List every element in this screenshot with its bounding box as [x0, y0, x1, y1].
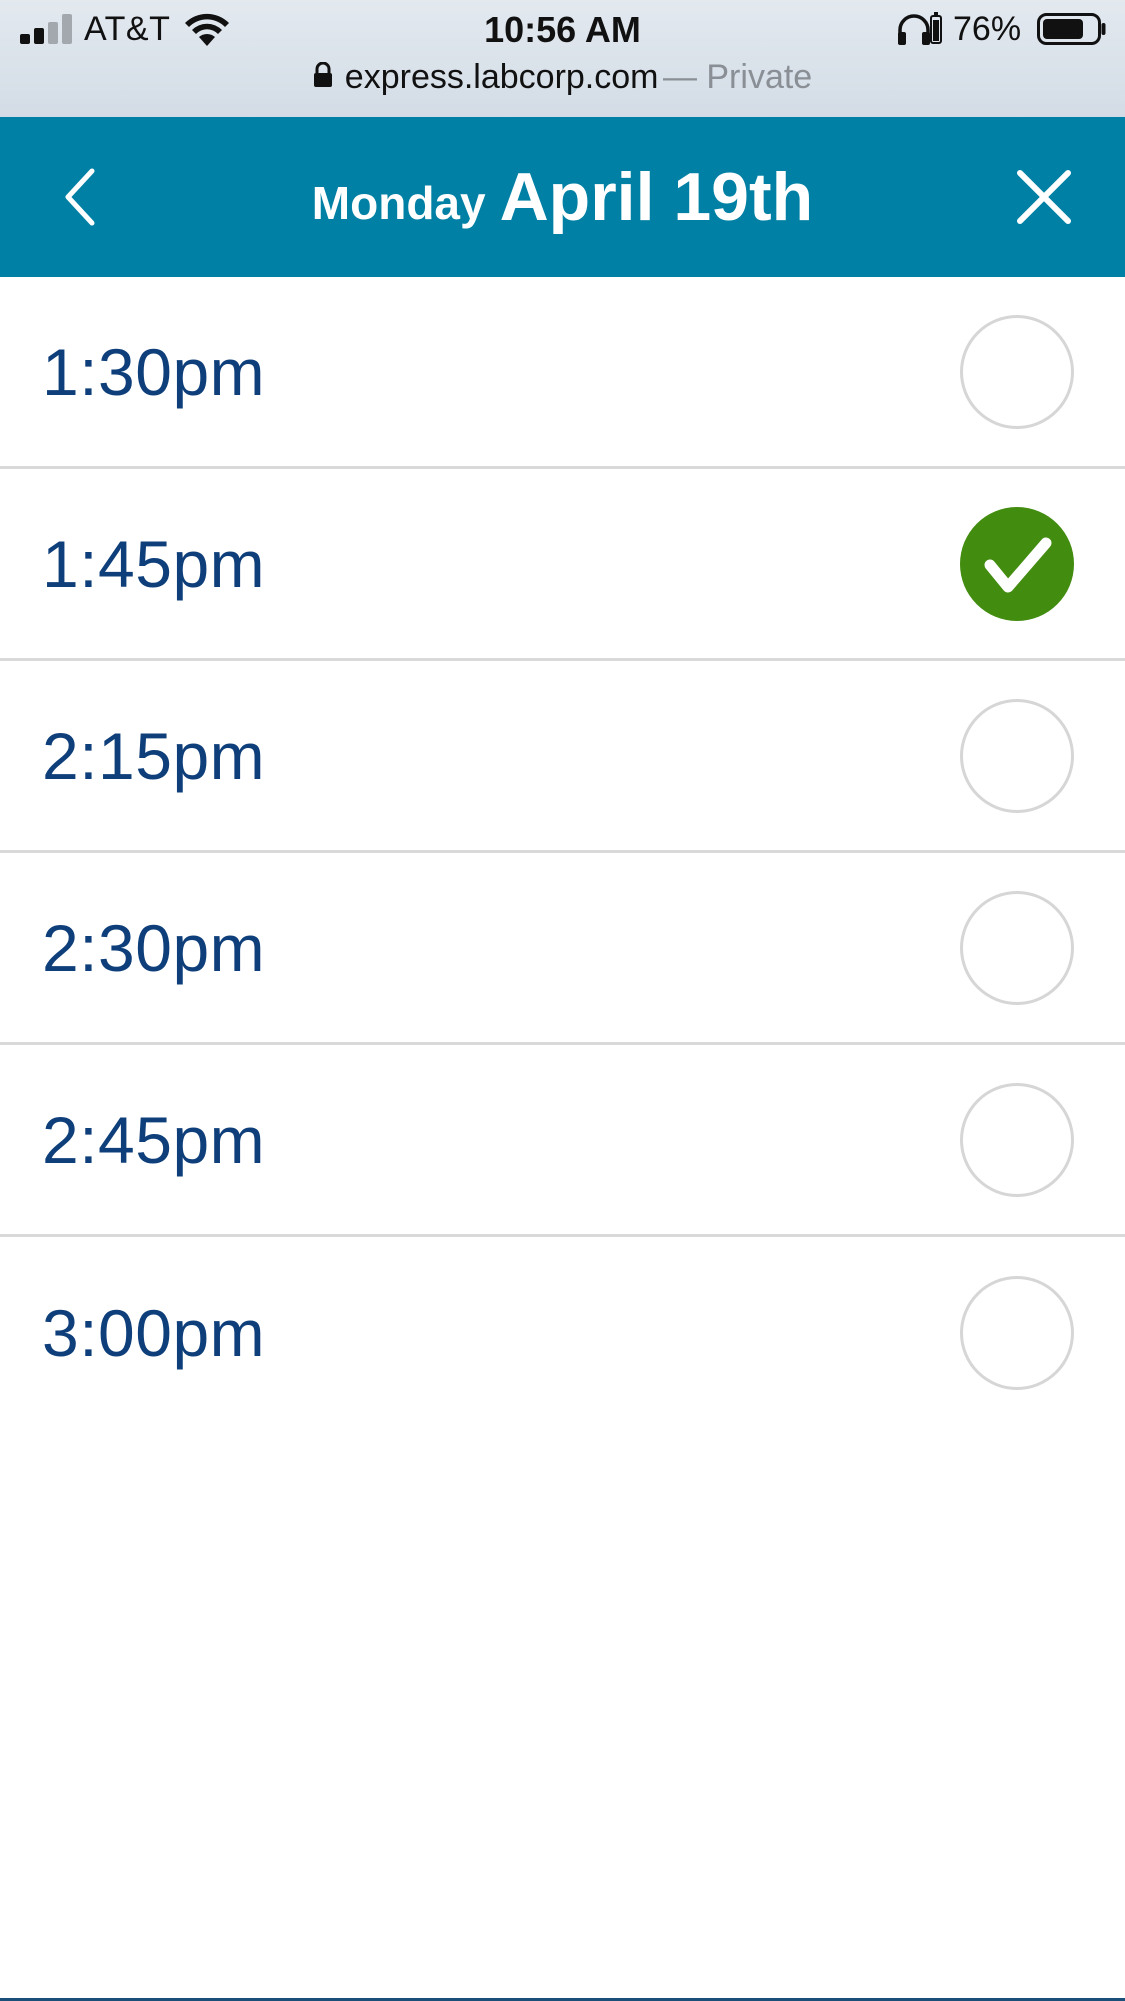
time-slot-label: 3:00pm [42, 1296, 266, 1370]
private-mode-label: — Private [662, 58, 813, 96]
time-slot-label: 2:30pm [42, 910, 266, 985]
browser-chrome: AT&T 10:56 AM 76% express.labcorp.com — … [0, 0, 1125, 117]
url-host: express.labcorp.com [344, 58, 659, 96]
radio-button[interactable] [960, 698, 1074, 813]
time-slot-row[interactable]: 1:45pm [0, 469, 1125, 661]
battery-percent: 76% [953, 10, 1022, 48]
time-slot-label: 2:45pm [42, 1102, 266, 1177]
time-slot-label: 1:45pm [42, 526, 266, 601]
header-date: April 19th [499, 159, 814, 235]
time-slot-row[interactable]: 1:30pm [0, 277, 1125, 469]
time-slot-row[interactable]: 2:30pm [0, 853, 1125, 1045]
time-slot-label: 1:30pm [42, 334, 266, 409]
battery-small-icon [930, 12, 942, 44]
lock-icon [313, 61, 332, 87]
time-slot-label: 2:15pm [42, 718, 266, 793]
time-slot-row[interactable]: 2:45pm [0, 1045, 1125, 1237]
radio-button[interactable] [960, 1276, 1074, 1390]
radio-button[interactable] [960, 314, 1074, 429]
close-icon [1017, 170, 1071, 224]
battery-icon [1037, 13, 1106, 45]
radio-button[interactable] [960, 890, 1074, 1005]
checkmark-icon [984, 537, 1052, 592]
radio-button[interactable] [960, 1082, 1074, 1197]
header-weekday: Monday [311, 177, 486, 229]
headphones-icon [898, 14, 930, 45]
date-header: Monday April 19th [0, 117, 1125, 277]
status-bar: AT&T 10:56 AM 76% [0, 0, 1125, 60]
time-slot-row[interactable]: 2:15pm [0, 661, 1125, 853]
address-bar[interactable]: express.labcorp.com — Private [0, 58, 1125, 104]
close-button[interactable] [1008, 161, 1080, 233]
page-title: Monday April 19th [0, 117, 1125, 277]
time-slot-list: 1:30pm 1:45pm 2:15pm 2:30pm 2:45pm 3:00p… [0, 277, 1125, 1429]
radio-button[interactable] [960, 506, 1074, 621]
time-slot-row[interactable]: 3:00pm [0, 1237, 1125, 1429]
